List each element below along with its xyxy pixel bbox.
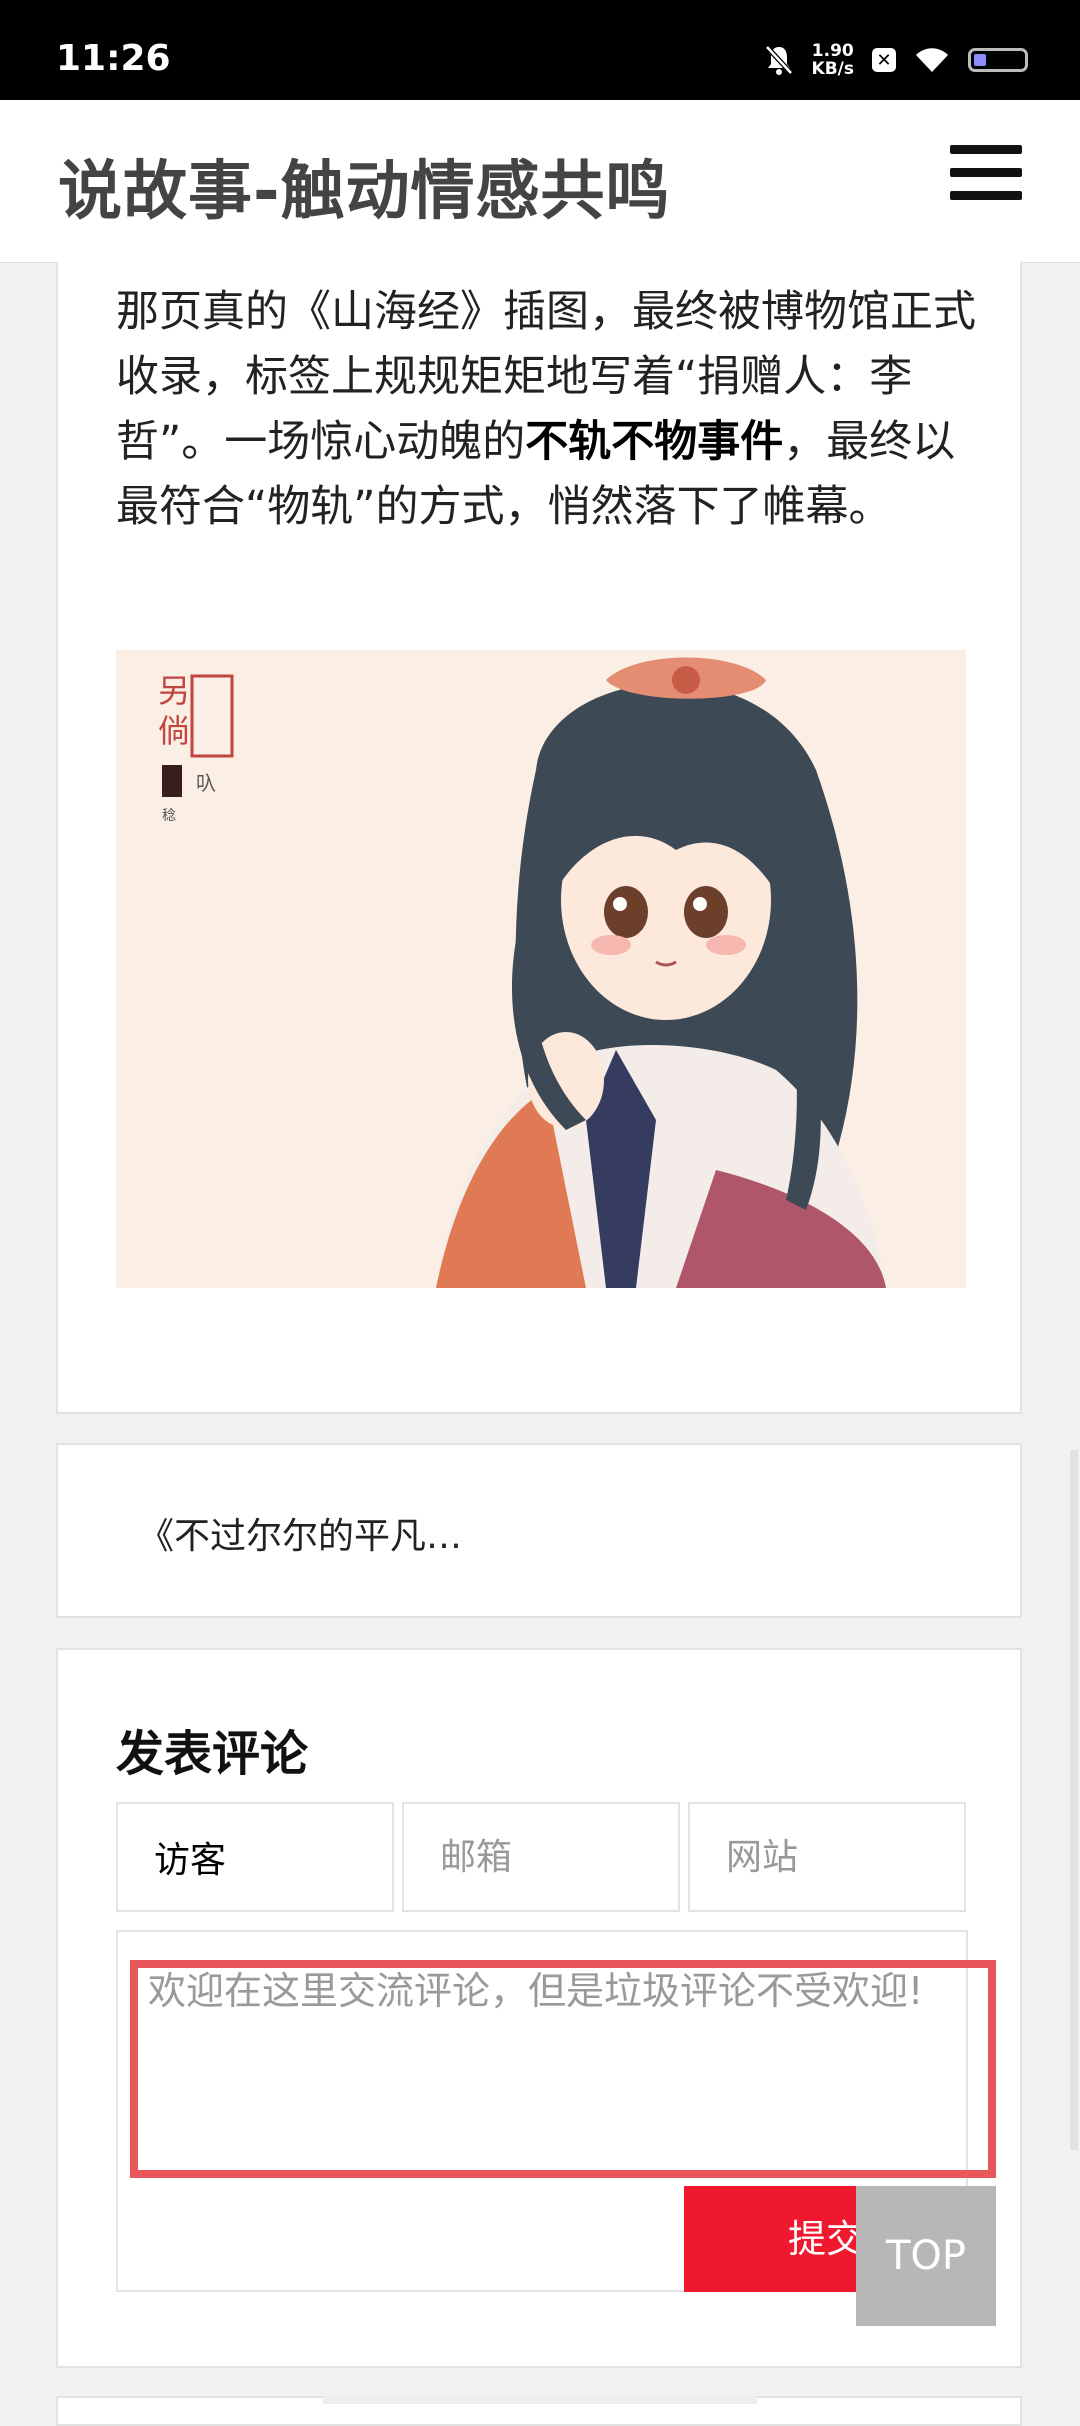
svg-text:另: 另 [158, 672, 190, 710]
status-time: 11:26 [56, 38, 171, 79]
article-illustration: 另 倘 叺 稔 [116, 650, 966, 1288]
notification-x-icon: ✕ [872, 48, 896, 72]
status-icons: 1.90 KB/s ✕ [764, 40, 1028, 80]
scrollbar[interactable] [1070, 1450, 1078, 2150]
anime-girl-illustration: 另 倘 叺 稔 [116, 650, 966, 1288]
svg-text:倘: 倘 [158, 712, 190, 750]
email-field[interactable] [402, 1802, 680, 1912]
network-speed-unit: KB/s [811, 59, 854, 79]
article-text-bold: 不轨不物事件 [525, 417, 784, 467]
mute-bell-icon [764, 45, 793, 75]
wifi-icon [916, 48, 948, 72]
battery-icon [968, 48, 1028, 72]
article-paragraph: 那页真的《山海经》插图，最终被博物馆正式收录，标签上规规矩矩地写着“捐赠人：李哲… [116, 280, 996, 540]
back-to-top-button[interactable]: TOP [856, 2186, 996, 2326]
article-card: 那页真的《山海经》插图，最终被博物馆正式收录，标签上规规矩矩地写着“捐赠人：李哲… [56, 262, 1022, 1414]
previous-post-link[interactable]: 《不过尔尔的平凡… [138, 1507, 462, 1559]
gesture-home-bar[interactable] [322, 2396, 758, 2404]
svg-text:稔: 稔 [162, 808, 176, 824]
network-speed-value: 1.90 [811, 41, 854, 61]
website-field[interactable] [688, 1802, 966, 1912]
name-field[interactable] [116, 1802, 394, 1912]
hamburger-menu-icon[interactable] [950, 145, 1024, 205]
site-title[interactable]: 说故事-触动情感共鸣 [58, 140, 671, 232]
previous-post-card: 《不过尔尔的平凡… [56, 1443, 1022, 1618]
site-header: 说故事-触动情感共鸣 [0, 100, 1080, 263]
status-bar: 11:26 1.90 KB/s ✕ [0, 0, 1080, 100]
comment-form-title: 发表评论 [116, 1726, 309, 1782]
svg-text:叺: 叺 [196, 771, 216, 795]
network-speed: 1.90 KB/s [812, 42, 854, 78]
